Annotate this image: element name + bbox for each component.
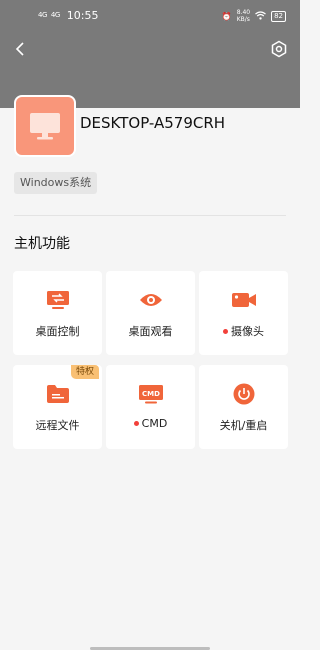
section-title: 主机功能 [14, 236, 70, 252]
svg-text:CMD: CMD [142, 390, 160, 398]
network-speed: 8.40 KB/s [236, 9, 251, 23]
gear-icon [271, 40, 287, 58]
privilege-tag: 特权 [70, 365, 99, 379]
card-label: 桌面控制 [35, 325, 80, 338]
back-button[interactable] [12, 40, 30, 58]
remote-files-button[interactable]: 特权 远程文件 [13, 365, 102, 449]
desktop-control-button[interactable]: 桌面控制 [13, 271, 102, 355]
signal-icon-2: 4G [50, 11, 60, 19]
card-label: 摄像头 [223, 323, 264, 339]
camera-button[interactable]: 摄像头 [199, 271, 288, 355]
divider [14, 215, 286, 216]
power-button[interactable]: 关机/重启 [199, 365, 288, 449]
status-left: 4G 4G 10:55 [38, 9, 98, 22]
desktop-control-icon [45, 288, 71, 312]
avatar [16, 97, 74, 155]
monitor-icon [30, 113, 60, 140]
card-label: CMD [133, 417, 167, 430]
card-label: 桌面观看 [128, 325, 173, 338]
folder-icon [45, 382, 71, 406]
device-avatar [14, 95, 76, 157]
card-label: 关机/重启 [219, 419, 268, 432]
function-grid: 桌面控制 桌面观看 摄像头 特权 远程文件 CMD CMD 关机/重启 [13, 271, 288, 449]
os-badge: Windows系统 [14, 172, 98, 194]
battery-icon: 82 [271, 10, 286, 22]
cmd-icon: CMD [138, 382, 164, 406]
desktop-view-button[interactable]: 桌面观看 [106, 271, 195, 355]
power-icon [231, 382, 257, 406]
chevron-left-icon [15, 42, 24, 56]
cmd-button[interactable]: CMD CMD [106, 365, 195, 449]
status-time: 10:55 [66, 9, 99, 22]
eye-icon [138, 288, 164, 312]
settings-button[interactable] [270, 40, 288, 58]
status-right: ⏰ 8.40 KB/s 82 [222, 9, 286, 23]
signal-icon-1: 4G [38, 11, 47, 19]
camera-icon [231, 288, 257, 312]
wifi-icon [255, 10, 266, 22]
new-dot [223, 328, 228, 334]
alarm-icon: ⏰ [221, 11, 232, 21]
new-dot [133, 421, 139, 426]
card-label: 远程文件 [35, 419, 80, 432]
status-bar: 4G 4G 10:55 ⏰ 8.40 KB/s 82 [0, 0, 300, 32]
device-name: DESKTOP-A579CRH [80, 114, 226, 132]
